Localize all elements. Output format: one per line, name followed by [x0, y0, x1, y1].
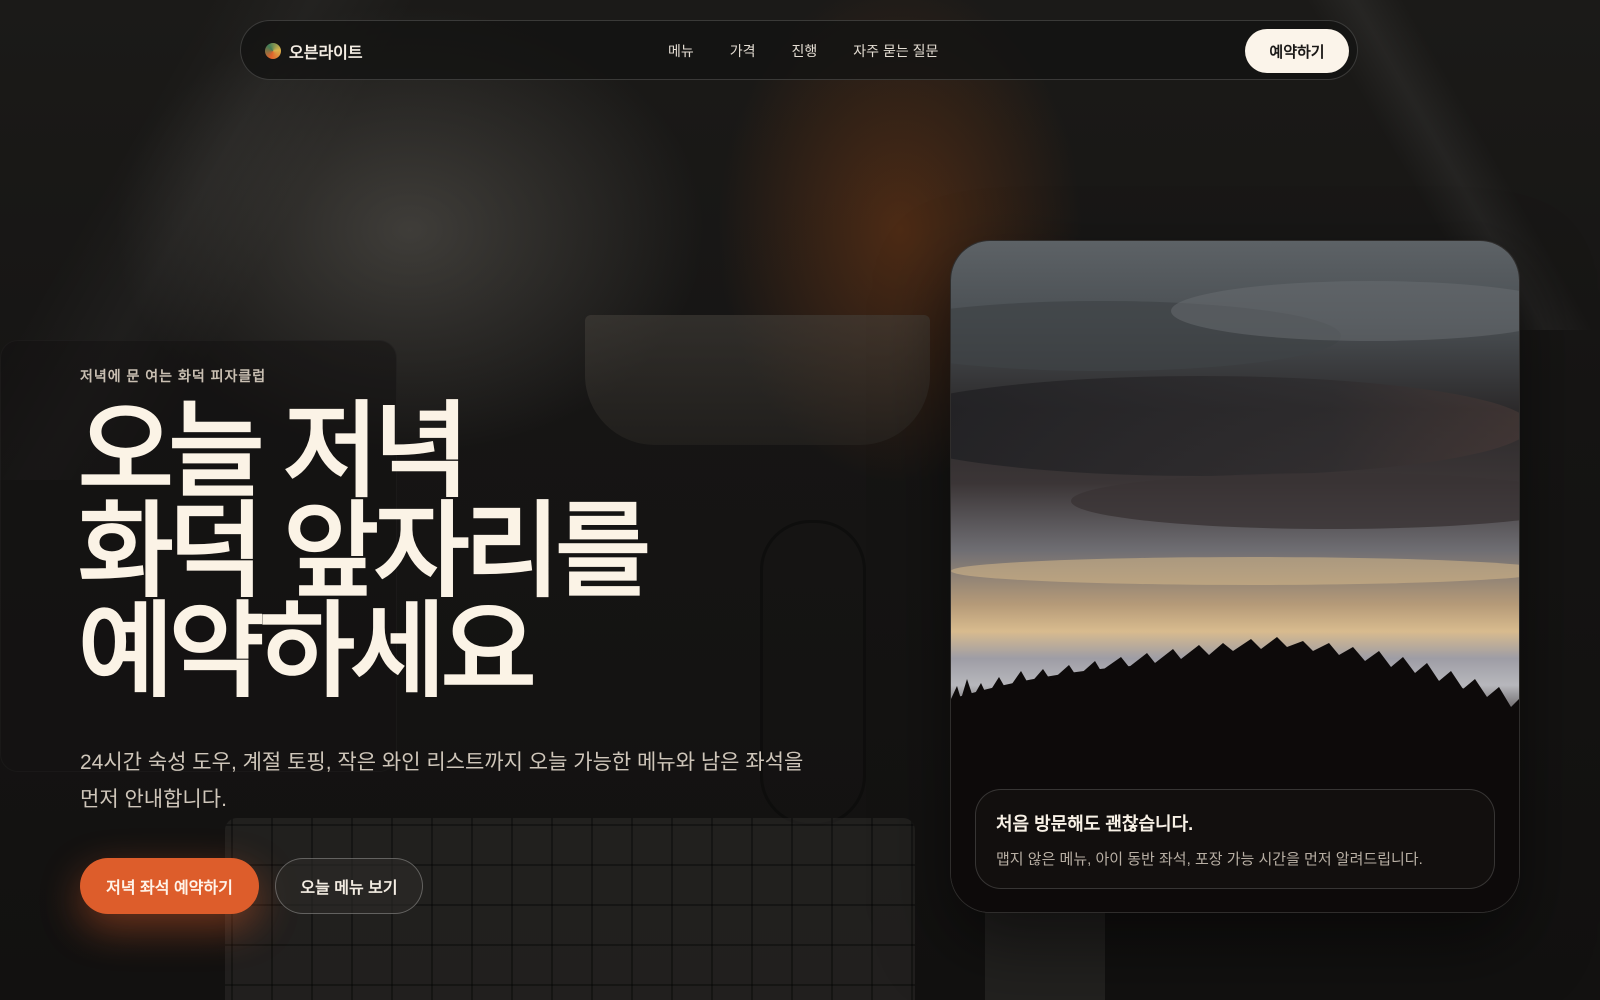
landing-page: 오븐라이트 메뉴 가격 진행 자주 묻는 질문 예약하기 저녁에 문 여는 화덕…	[0, 0, 1600, 1000]
nav-link-pricing[interactable]: 가격	[730, 41, 756, 61]
nav-link-progress[interactable]: 진행	[792, 41, 818, 61]
reserve-dinner-seat-button[interactable]: 저녁 좌석 예약하기	[80, 858, 259, 914]
brand-logo[interactable]: 오븐라이트	[265, 21, 363, 81]
nav-link-menu[interactable]: 메뉴	[668, 41, 694, 61]
first-visit-info-card: 처음 방문해도 괜찮습니다. 맵지 않은 메뉴, 아이 동반 좌석, 포장 가능…	[975, 789, 1495, 889]
hero-eyebrow: 저녁에 문 여는 화덕 피자클럽	[80, 368, 267, 384]
headline-line-3: 예약하세요	[78, 594, 536, 710]
nav-link-faq[interactable]: 자주 묻는 질문	[853, 41, 938, 61]
brand-mark-icon	[265, 43, 281, 59]
brand-name: 오븐라이트	[289, 45, 363, 62]
view-today-menu-button[interactable]: 오늘 메뉴 보기	[275, 858, 423, 914]
top-navigation: 오븐라이트 메뉴 가격 진행 자주 묻는 질문 예약하기	[240, 20, 1358, 80]
headline-line-2: 화덕 앞자리를	[78, 494, 651, 610]
reserve-button[interactable]: 예약하기	[1245, 29, 1349, 73]
hero-image-card: 처음 방문해도 괜찮습니다. 맵지 않은 메뉴, 아이 동반 좌석, 포장 가능…	[950, 240, 1520, 913]
hero-subtext: 24시간 숙성 도우, 계절 토핑, 작은 와인 리스트까지 오늘 가능한 메뉴…	[80, 751, 804, 811]
hero-headline: 오늘 저녁 화덕 앞자리를 예약하세요	[78, 394, 858, 710]
info-card-body: 맵지 않은 메뉴, 아이 동반 좌석, 포장 가능 시간을 먼저 알려드립니다.	[996, 851, 1423, 868]
headline-line-1: 오늘 저녁	[78, 394, 470, 510]
nav-links: 메뉴 가격 진행 자주 묻는 질문	[668, 21, 938, 81]
info-card-title: 처음 방문해도 괜찮습니다.	[996, 814, 1194, 834]
